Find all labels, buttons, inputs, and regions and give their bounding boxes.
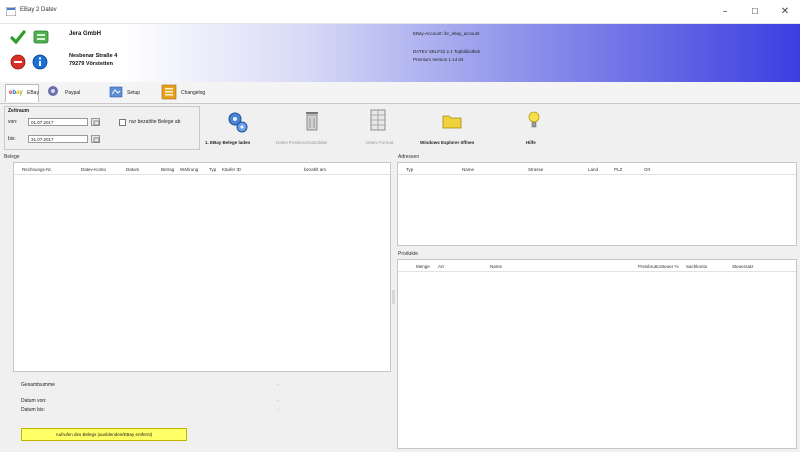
database-icon <box>33 30 49 44</box>
company-city: 79279 Vörstetten <box>69 61 114 67</box>
col-rechnungs-nr[interactable]: Rechnungs-Nr. <box>22 167 52 172</box>
load-ebay-button[interactable]: 1. EBay Belege laden <box>205 106 273 150</box>
to-label: bis: <box>8 136 16 142</box>
lightbulb-icon <box>528 111 540 128</box>
minimize-button[interactable]: – <box>710 0 740 24</box>
from-date-picker-button[interactable] <box>91 118 100 126</box>
premium-version-line: Premium Version 1.14.04 <box>413 57 464 62</box>
maximize-button[interactable]: ☐ <box>740 0 770 24</box>
tab-paypal[interactable]: Paypal <box>44 84 86 102</box>
window-title: EBay 2 Datev <box>20 7 57 13</box>
col-steuersatz[interactable]: Steuersatz <box>732 264 754 269</box>
col-name[interactable]: Name <box>462 167 474 172</box>
from-label: von: <box>8 119 18 125</box>
datum-von-label: Datum von: <box>21 398 47 404</box>
col-plz[interactable]: PLZ <box>614 167 622 172</box>
col-land[interactable]: Land <box>588 167 598 172</box>
belege-header-row: Rechnungs-Nr. Datev-Konto Datum Betrag W… <box>14 163 390 175</box>
info-icon[interactable] <box>32 54 48 70</box>
tab-bar: ebay EBay Paypal Setup Changelog <box>0 82 800 104</box>
trash-icon <box>306 112 318 131</box>
to-date-picker-button[interactable] <box>91 135 100 143</box>
app-icon <box>6 7 16 16</box>
col-kaeufer-id[interactable]: Käufer ID <box>222 167 241 172</box>
col-typ[interactable]: Typ <box>209 167 216 172</box>
col-sachkonto[interactable]: Sachkonto <box>686 264 707 269</box>
ebay-logo-icon: ebay <box>9 90 23 96</box>
paypal-icon <box>48 86 58 96</box>
belege-title: Belege <box>4 154 20 160</box>
company-street: Nesbenar Straße 4 <box>69 53 118 59</box>
calendar-icon <box>93 120 100 126</box>
from-date-input[interactable]: 01.07.2017 <box>28 118 88 126</box>
adressen-table[interactable]: Typ Name Strasse Land PLZ Ort <box>397 162 797 246</box>
col-art[interactable]: Art <box>438 264 444 269</box>
setup-icon <box>109 86 123 98</box>
col-preisbrutto[interactable]: Preisbrutto <box>638 264 660 269</box>
adressen-header-row: Typ Name Strasse Land PLZ Ort <box>398 163 796 175</box>
produkte-title: Produkte <box>398 251 419 257</box>
zeitraum-group: Zeitraum von: 01.07.2017 bis: 31.07.2017… <box>4 106 200 150</box>
help-label: Hilfe <box>526 140 536 145</box>
col-bezahlt-am[interactable]: bezahlt am <box>304 167 326 172</box>
folder-icon <box>442 115 462 129</box>
datum-bis-label: Datum bis: <box>21 407 45 413</box>
gears-icon <box>228 112 248 133</box>
tab-ebay-label: EBay <box>27 90 39 96</box>
window-titlebar: EBay 2 Datev – ☐ ✕ <box>0 0 800 24</box>
changelog-icon <box>161 84 177 100</box>
tab-changelog-label: Changelog <box>181 90 206 96</box>
document-table-icon <box>370 109 386 131</box>
col-menge[interactable]: Menge <box>416 264 430 269</box>
close-button[interactable]: ✕ <box>770 0 800 24</box>
col-betrag[interactable]: Betrag <box>161 167 174 172</box>
windows-explorer-button[interactable]: Windows Explorer öffnen <box>420 106 484 150</box>
load-ebay-label: 1. EBay Belege laden <box>205 140 251 145</box>
datev-version-line: DATEV SELF32 2.1 Topbibliothek <box>413 49 481 54</box>
tab-setup[interactable]: Setup <box>108 84 144 102</box>
header-banner <box>0 24 800 82</box>
calendar-icon <box>93 137 100 143</box>
paid-only-checkbox[interactable] <box>119 119 126 126</box>
open-beleg-button[interactable]: Aufrufen des Belegs (ausblenden/EBay ent… <box>21 428 187 441</box>
datum-von-value: - <box>277 398 279 404</box>
tab-paypal-label: Paypal <box>65 90 81 96</box>
col-name[interactable]: Name <box>490 264 502 269</box>
windows-explorer-label: Windows Explorer öffnen <box>420 140 475 145</box>
col-waehrung[interactable]: Währung <box>180 167 198 172</box>
produkte-header-row: Menge Art Name Preisbrutto Steuer % Sach… <box>398 260 796 272</box>
belege-summary: Gesamtsumme - Datum von: - Datum bis: - … <box>13 373 391 449</box>
datev-format-label: Datev Format <box>366 140 394 145</box>
gesamtsumme-label: Gesamtsumme <box>21 382 55 388</box>
tab-changelog[interactable]: Changelog <box>160 84 210 102</box>
to-date-input[interactable]: 31.07.2017 <box>28 135 88 143</box>
splitter-handle[interactable] <box>392 290 395 304</box>
adressen-title: Adressen <box>398 154 420 160</box>
col-datev-konto[interactable]: Datev-Konto <box>81 167 106 172</box>
tab-ebay[interactable]: ebay EBay <box>5 84 39 102</box>
paid-only-label: nur bezahlte Belege ab <box>129 119 181 125</box>
zeitraum-title: Zeitraum <box>8 108 30 114</box>
tab-setup-label: Setup <box>127 90 141 96</box>
datev-posting-label: Datev Postenumsatzdatei <box>276 140 328 145</box>
ebay-account-line: EBay-Account: ihr_ebay_account <box>413 31 480 36</box>
checkmark-icon <box>10 30 26 45</box>
help-button[interactable]: Hilfe <box>522 106 546 150</box>
col-steuer[interactable]: Steuer % <box>660 264 679 269</box>
company-name: Jera GmbH <box>69 31 102 37</box>
col-ort[interactable]: Ort <box>644 167 650 172</box>
datev-format-button[interactable]: Datev Format <box>360 106 396 150</box>
datum-bis-value: - <box>277 407 279 413</box>
stop-icon[interactable] <box>10 54 26 70</box>
col-strasse[interactable]: Strasse <box>528 167 543 172</box>
datev-posting-button[interactable]: Datev Postenumsatzdatei <box>276 106 352 150</box>
belege-table[interactable]: Rechnungs-Nr. Datev-Konto Datum Betrag W… <box>13 162 391 372</box>
col-typ[interactable]: Typ <box>406 167 413 172</box>
col-datum[interactable]: Datum <box>126 167 139 172</box>
produkte-table[interactable]: Menge Art Name Preisbrutto Steuer % Sach… <box>397 259 797 449</box>
gesamtsumme-value: - <box>277 382 279 388</box>
